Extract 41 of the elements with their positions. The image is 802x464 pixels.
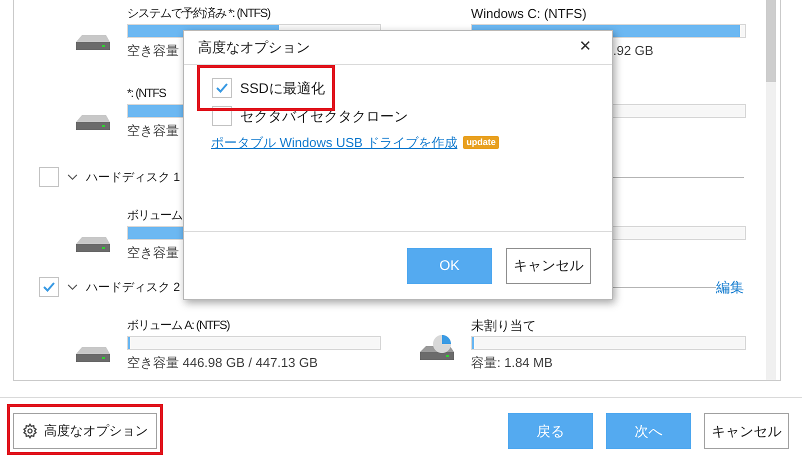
check-icon	[216, 83, 228, 93]
primary-button[interactable]: 次へ	[606, 413, 691, 449]
partition-caption: .92 GB	[613, 43, 654, 58]
disk-label: ハードディスク 2	[86, 279, 180, 296]
scrollbar[interactable]	[766, 0, 776, 380]
disk-label: ハードディスク 1	[86, 169, 180, 186]
option-label: セクタバイセクタクローン	[240, 106, 408, 126]
partition-name: 未割り当て	[471, 318, 536, 333]
checkbox[interactable]	[39, 167, 59, 187]
ok-button[interactable]: OK	[407, 248, 492, 284]
update-badge: update	[463, 136, 499, 150]
option-label: SSDに最適化	[240, 78, 325, 98]
primary-button[interactable]: 戻る	[508, 413, 593, 449]
chevron-down-icon[interactable]	[67, 284, 78, 290]
checkbox[interactable]	[212, 78, 232, 98]
edit-link[interactable]: 編集	[716, 276, 744, 298]
partition-name: Windows C: (NTFS)	[471, 6, 587, 21]
scrollbar-thumb[interactable]	[766, 0, 776, 82]
hard-drive-icon	[74, 34, 112, 52]
usb-drive-link[interactable]: ポータブル Windows USB ドライブを作成	[211, 133, 458, 152]
partition-caption: 空き容量	[127, 123, 179, 138]
check-icon	[43, 282, 55, 292]
partition-name: *: (NTFS	[127, 86, 166, 100]
partition-caption: 容量: 1.84 MB	[471, 355, 553, 370]
cancel-button[interactable]: キャンセル	[506, 248, 591, 284]
advanced-options-button[interactable]: 高度なオプション	[13, 413, 157, 449]
chevron-down-icon[interactable]	[67, 174, 78, 180]
hard-drive-icon	[74, 346, 112, 364]
partition-name: システムで予約済み *: (NTFS)	[127, 6, 270, 20]
partition-caption: 空き容量	[127, 43, 179, 58]
cancel-button[interactable]: キャンセル	[704, 413, 789, 449]
partition-name: ボリューム A: (NTFS)	[127, 318, 230, 332]
hard-drive-icon	[74, 114, 112, 132]
settings-icon	[22, 423, 38, 439]
hard-drive-icon	[74, 236, 112, 254]
partition-caption: 空き容量 446.98 GB / 447.13 GB	[127, 355, 318, 370]
dialog-title: 高度なオプション	[198, 38, 310, 57]
close-button[interactable]: ✕	[573, 36, 598, 59]
partition-name: ボリューム	[127, 208, 182, 222]
checkbox[interactable]	[39, 277, 59, 297]
partition-caption: 空き容量	[127, 245, 179, 260]
